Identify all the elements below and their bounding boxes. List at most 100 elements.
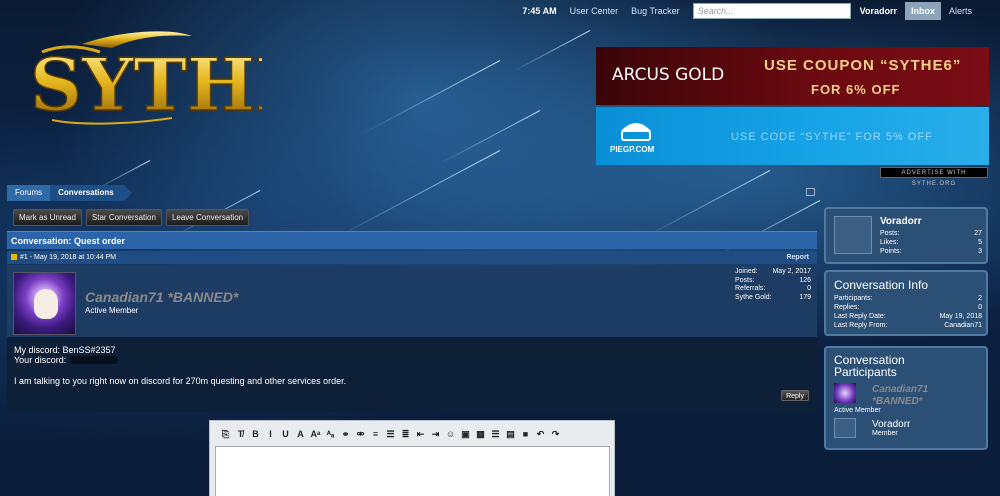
link-icon[interactable]: ⚭ xyxy=(338,427,353,441)
ad-offer: FOR 6% OFF xyxy=(811,82,901,97)
spoiler-icon[interactable]: ▤ xyxy=(503,427,518,441)
breadcrumb-forums[interactable]: Forums xyxy=(7,185,51,201)
image-icon[interactable]: ▣ xyxy=(458,427,473,441)
panel-title: Conversation Info xyxy=(834,278,929,292)
reply-editor: ⎘ T̸ B I U A Aᵃ ᴬₐ ⚭ ⚮ ≡ ☰ ≣ ⇤ ⇥ ☺ ▣ ▦ ☰ ▤ ■ ↶ ↷ xyxy=(209,420,615,496)
info-value: 2 xyxy=(978,295,982,302)
info-label: Replies: xyxy=(834,304,860,311)
stat-label: Posts: xyxy=(735,276,755,284)
italic-icon[interactable]: I xyxy=(263,427,278,441)
participant-name[interactable]: Canadian71 xyxy=(872,384,928,395)
bullet-list-icon[interactable]: ☰ xyxy=(383,427,398,441)
numbered-list-icon[interactable]: ≣ xyxy=(398,427,413,441)
ad-brand: ARCUS GOLD xyxy=(612,65,725,85)
code-icon[interactable]: ☰ xyxy=(488,427,503,441)
message-permalink[interactable]: #1 - May 19, 2018 at 10:44 PM xyxy=(20,254,116,261)
indent-icon[interactable]: ⇥ xyxy=(428,427,443,441)
bold-icon[interactable]: B xyxy=(248,427,263,441)
info-label: Participants: xyxy=(834,295,873,302)
visitor-avatar[interactable] xyxy=(834,216,872,254)
owl-image xyxy=(34,289,58,319)
clear-icon[interactable]: T̸ xyxy=(233,427,248,441)
author-rank: Active Member xyxy=(85,306,139,315)
visitor-name[interactable]: Voradorr xyxy=(880,216,922,227)
piegp-ad[interactable]: PIEGP.COM USE CODE “SYTHE” FOR 5% OFF xyxy=(596,107,989,165)
stat-label: Referrals: xyxy=(735,285,766,292)
user-center-link[interactable]: User Center xyxy=(570,6,619,16)
editor-toolbar: ⎘ T̸ B I U A Aᵃ ᴬₐ ⚭ ⚮ ≡ ☰ ≣ ⇤ ⇥ ☺ ▣ ▦ ☰ ▤ ■ ↶ ↷ xyxy=(210,421,614,446)
info-value[interactable]: Canadian71 xyxy=(944,322,982,329)
redacted-text xyxy=(70,356,119,364)
arcus-gold-ad[interactable]: ARCUS GOLD USE COUPON “SYTHE6” FOR 6% OF… xyxy=(596,47,989,105)
message-body: My discord: BenSS#2357 Your discord: I a… xyxy=(7,337,817,412)
font-family-icon[interactable]: ᴬₐ xyxy=(323,427,338,441)
info-value: 0 xyxy=(978,304,982,311)
star-conversation-button[interactable]: Star Conversation xyxy=(85,209,162,226)
bug-tracker-link[interactable]: Bug Tracker xyxy=(631,6,680,16)
stat-value: 126 xyxy=(799,276,811,284)
message-text: Your discord: xyxy=(14,355,67,365)
clock: 7:45 AM xyxy=(522,6,557,16)
reply-button[interactable]: Reply xyxy=(781,390,809,401)
participant-avatar[interactable] xyxy=(834,383,856,403)
redo-icon[interactable]: ↷ xyxy=(548,427,563,441)
smilies-icon[interactable]: ☺ xyxy=(443,427,458,441)
info-label: Last Reply From: xyxy=(834,322,888,329)
undo-icon[interactable]: ↶ xyxy=(533,427,548,441)
author-name[interactable]: Canadian71 *BANNED* xyxy=(85,289,238,305)
inbox-link[interactable]: Inbox xyxy=(904,2,941,20)
sythe-logo[interactable]: SYTHE xyxy=(22,22,311,128)
font-color-icon[interactable]: A xyxy=(293,427,308,441)
author-stats: Joined: May 2, 2017 Posts: 126 Referrals: 0… xyxy=(735,268,811,302)
info-row: Participants: 2 xyxy=(834,295,982,302)
report-link[interactable]: Report xyxy=(786,251,809,264)
remove-format-icon[interactable]: ⎘ xyxy=(218,427,233,441)
conversation-actions: Mark as Unread Star Conversation Leave C… xyxy=(13,209,250,226)
stat-value: 27 xyxy=(974,230,982,237)
conversation-title: Conversation: Quest order xyxy=(7,231,817,249)
media-icon[interactable]: ▦ xyxy=(473,427,488,441)
ad-coupon: USE COUPON “SYTHE6” xyxy=(764,57,962,74)
logo-text: SYTHE xyxy=(30,42,262,127)
stat-label: Joined: xyxy=(735,268,758,275)
info-value: May 19, 2018 xyxy=(939,313,982,320)
align-icon[interactable]: ≡ xyxy=(368,427,383,441)
message-header: #1 - May 19, 2018 at 10:44 PM Report xyxy=(7,251,817,264)
fullscreen-toggle-icon[interactable] xyxy=(806,188,815,196)
search-input[interactable]: Search... xyxy=(692,3,851,19)
info-row: Last Reply Date: May 19, 2018 xyxy=(834,313,982,320)
message-line: I am talking to you right now on discord… xyxy=(14,376,347,386)
stat-label: Sythe Gold: xyxy=(735,293,772,301)
info-label: Last Reply Date: xyxy=(834,313,886,320)
account-link[interactable]: Voradorr xyxy=(860,6,897,16)
breadcrumb-conversations[interactable]: Conversations xyxy=(50,185,132,201)
stat-label: Points: xyxy=(880,248,902,255)
font-size-icon[interactable]: Aᵃ xyxy=(308,427,323,441)
participant-name[interactable]: *BANNED* xyxy=(872,396,923,407)
save-icon[interactable]: ■ xyxy=(518,427,533,441)
leave-conversation-button[interactable]: Leave Conversation xyxy=(165,209,250,226)
stat-value: 0 xyxy=(807,285,811,292)
visitor-panel: Voradorr Posts: 27 Likes: 5 Points: 3 xyxy=(824,207,988,264)
mark-unread-button[interactable]: Mark as Unread xyxy=(13,209,82,226)
avatar[interactable] xyxy=(13,272,76,335)
ad-code: USE CODE “SYTHE” FOR 5% OFF xyxy=(731,131,933,143)
advertise-link[interactable]: ADVERTISE WITH SYTHE.ORG xyxy=(880,167,988,187)
stat-value: 3 xyxy=(978,248,982,255)
message-line: Your discord: xyxy=(14,355,119,365)
visitor-stat: Points: 3 xyxy=(880,248,982,255)
visitor-stat: Posts: 27 xyxy=(880,230,982,237)
visitor-stat: Likes: 5 xyxy=(880,239,982,246)
participant-rank: Active Member xyxy=(834,407,881,414)
info-row: Last Reply From: Canadian71 xyxy=(834,322,982,329)
underline-icon[interactable]: U xyxy=(278,427,293,441)
participant-rank: Member xyxy=(872,430,898,437)
outdent-icon[interactable]: ⇤ xyxy=(413,427,428,441)
new-flag-icon xyxy=(11,254,17,260)
editor-textarea[interactable] xyxy=(215,446,610,496)
participant-name[interactable]: Voradorr xyxy=(872,419,910,430)
unlink-icon[interactable]: ⚮ xyxy=(353,427,368,441)
panel-title: Participants xyxy=(834,365,897,379)
participant-avatar[interactable] xyxy=(834,418,856,438)
alerts-link[interactable]: Alerts xyxy=(949,6,972,16)
